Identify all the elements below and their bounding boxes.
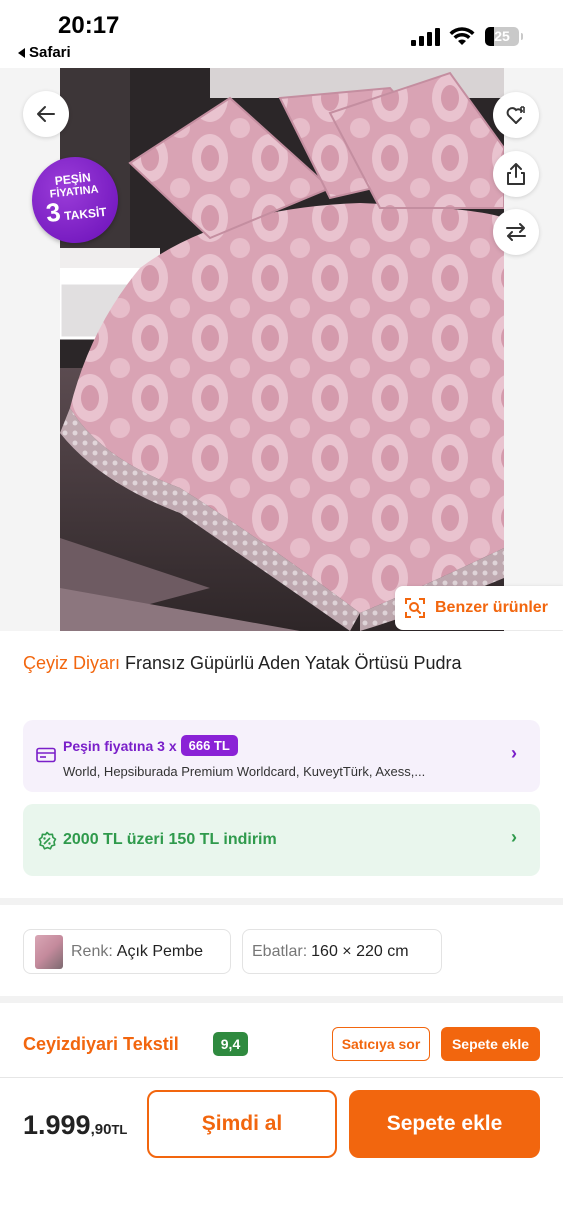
similar-products-label: Benzer ürünler bbox=[435, 599, 548, 616]
arrow-left-icon bbox=[37, 106, 55, 122]
chevron-right-icon: › bbox=[511, 827, 517, 847]
back-app-label: Safari bbox=[29, 44, 71, 61]
add-to-list-button[interactable] bbox=[493, 92, 539, 138]
compare-button[interactable] bbox=[493, 209, 539, 255]
battery-icon: 25 bbox=[485, 27, 523, 46]
discount-tag-icon bbox=[38, 831, 57, 850]
product-image-gallery[interactable]: PEŞİN FİYATINA 3 TAKSİT Benzer ürünler bbox=[0, 68, 563, 631]
price: 1.999,90TL bbox=[23, 1110, 127, 1141]
credit-card-icon bbox=[36, 747, 56, 763]
bedspread-illustration bbox=[60, 68, 504, 631]
section-divider bbox=[0, 898, 563, 905]
similar-products-button[interactable]: Benzer ürünler bbox=[395, 586, 563, 630]
size-value: 160 × 220 cm bbox=[311, 942, 409, 960]
wifi-icon bbox=[449, 27, 475, 45]
share-button[interactable] bbox=[493, 151, 539, 197]
price-currency: TL bbox=[111, 1122, 128, 1137]
back-to-safari-link[interactable]: Safari bbox=[18, 44, 71, 61]
promo-word: TAKSİT bbox=[63, 204, 108, 224]
installment-cards: World, Hepsiburada Premium Worldcard, Ku… bbox=[63, 764, 426, 779]
seller-add-to-cart-button[interactable]: Sepete ekle bbox=[441, 1027, 540, 1061]
section-divider bbox=[0, 996, 563, 1003]
buy-now-button[interactable]: Şimdi al bbox=[147, 1090, 337, 1158]
color-variant-selector[interactable]: Renk: Açık Pembe bbox=[23, 929, 231, 974]
promo-number: 3 bbox=[44, 196, 63, 229]
size-label: Ebatlar: bbox=[252, 942, 308, 960]
cellular-signal-icon bbox=[411, 28, 440, 46]
product-title: Çeyiz Diyarı Fransız Güpürlü Aden Yatak … bbox=[23, 651, 543, 676]
status-bar: 20:17 Safari 25 bbox=[0, 0, 563, 68]
color-value: Açık Pembe bbox=[116, 942, 204, 960]
installment-amount: 666 TL bbox=[180, 735, 238, 756]
installment-label: Peşin fiyatına 3 x bbox=[63, 737, 177, 754]
seller-name-link[interactable]: Ceyizdiyari Tekstil bbox=[23, 1034, 179, 1055]
price-decimal: ,90 bbox=[90, 1121, 112, 1138]
color-label: Renk: bbox=[71, 942, 113, 960]
product-name: Fransız Güpürlü Aden Yatak Örtüsü Pudra bbox=[125, 653, 462, 673]
bottom-bar-divider bbox=[0, 1077, 563, 1078]
chevron-right-icon: › bbox=[511, 743, 517, 763]
color-thumbnail bbox=[35, 934, 63, 969]
discount-card[interactable]: 2000 TL üzeri 150 TL indirim › bbox=[23, 804, 540, 876]
battery-level: 25 bbox=[494, 28, 510, 44]
back-button[interactable] bbox=[23, 91, 69, 137]
share-icon bbox=[507, 163, 525, 185]
ask-seller-button[interactable]: Satıcıya sor bbox=[332, 1027, 430, 1061]
heart-list-icon bbox=[506, 106, 525, 124]
size-variant-selector[interactable]: Ebatlar: 160 × 220 cm bbox=[242, 929, 442, 974]
brand-link[interactable]: Çeyiz Diyarı bbox=[23, 653, 120, 673]
scan-search-icon bbox=[405, 598, 425, 618]
installment-card[interactable]: Peşin fiyatına 3 x 666 TL World, Hepsibur… bbox=[23, 720, 540, 792]
seller-rating-badge: 9,4 bbox=[213, 1032, 248, 1056]
price-integer: 1.999 bbox=[23, 1110, 91, 1140]
product-photo[interactable] bbox=[60, 68, 504, 631]
back-triangle-icon bbox=[18, 48, 25, 59]
clock: 20:17 bbox=[58, 12, 120, 39]
compare-arrows-icon bbox=[506, 223, 526, 241]
discount-text: 2000 TL üzeri 150 TL indirim bbox=[63, 831, 277, 848]
add-to-cart-button[interactable]: Sepete ekle bbox=[349, 1090, 540, 1158]
